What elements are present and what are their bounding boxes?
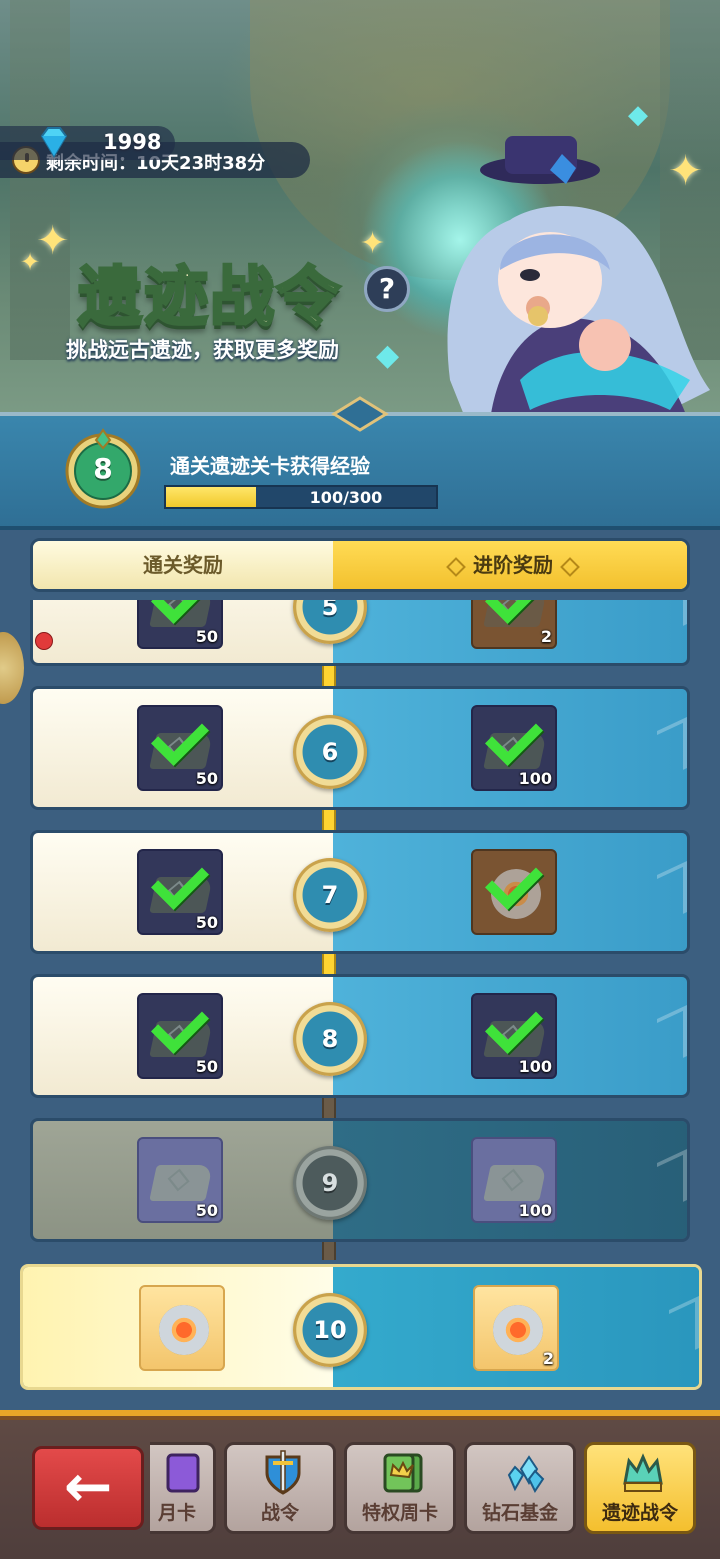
free-reward-cell[interactable] [23, 1267, 333, 1387]
ornament-icon [331, 396, 389, 432]
level-node: 8 [293, 1002, 367, 1076]
level-node: 10 [293, 1293, 367, 1367]
nav-label: 遗迹战令 [601, 1502, 678, 1524]
free-reward-item[interactable]: 50 [137, 1137, 223, 1223]
advanced-reward-item[interactable]: 2 [471, 600, 557, 649]
level-node-number: 7 [321, 881, 339, 909]
nav-ruin-pass[interactable]: 遗迹战令 [584, 1442, 696, 1534]
anvil-icon [149, 1165, 213, 1201]
free-reward-cell[interactable]: 50 [33, 977, 333, 1095]
nav-label: 钻石基金 [481, 1502, 558, 1524]
free-reward-item[interactable]: 50 [137, 600, 223, 649]
crown-card-icon [383, 1453, 423, 1493]
level-description: 通关遗迹关卡获得经验 [170, 454, 370, 478]
gem-count: 1998 [103, 130, 162, 154]
free-reward-cell[interactable]: 50 [33, 689, 333, 807]
level-node-number: 6 [321, 738, 339, 766]
level-node-locked: 9 [293, 1146, 367, 1220]
card-icon [166, 1453, 200, 1493]
current-level: 8 [93, 452, 113, 485]
gear-icon [159, 1305, 209, 1355]
advanced-reward-item[interactable] [471, 849, 557, 935]
level-node: 5 [293, 600, 367, 644]
diamond-deco-icon [446, 556, 466, 577]
level-node-number: 9 [321, 1169, 339, 1197]
reward-quantity: 100 [518, 1201, 552, 1220]
nav-monthly-card[interactable]: 月卡 [150, 1442, 216, 1534]
ruin-pillar [10, 0, 70, 360]
diamond-deco-icon [560, 556, 580, 577]
advanced-reward-cell[interactable]: 100 [333, 689, 687, 807]
crystal-icon: ◆ [376, 338, 400, 373]
reward-list[interactable]: 50 2 5 50 100 6 50 7 50 100 8 50 100 9 2… [0, 600, 720, 1400]
diamond-pile-icon [507, 1455, 545, 1493]
free-reward-item[interactable]: 50 [137, 993, 223, 1079]
tab-advanced-rewards-label: 进阶奖励 [473, 553, 553, 577]
help-button[interactable]: ? [364, 266, 410, 312]
reward-quantity: 50 [195, 769, 218, 788]
reward-quantity: 100 [518, 769, 552, 788]
xp-text: 100/300 [309, 488, 383, 507]
nav-battle-pass[interactable]: 战令 [224, 1442, 336, 1534]
reward-quantity: 50 [195, 627, 218, 646]
back-button[interactable]: ← [32, 1446, 144, 1530]
advanced-reward-item[interactable]: 100 [471, 1137, 557, 1223]
free-reward-cell[interactable]: 50 [33, 600, 333, 663]
free-reward-item[interactable]: 50 [137, 705, 223, 791]
notification-dot [35, 632, 53, 650]
sword-shield-icon [265, 1450, 301, 1495]
advanced-reward-cell[interactable]: 100 [333, 1121, 687, 1239]
free-reward-cell[interactable]: 50 [33, 833, 333, 951]
sparkle-icon: ✦ [20, 248, 41, 276]
free-reward-item[interactable]: 50 [137, 849, 223, 935]
level-node-number: 8 [321, 1025, 339, 1053]
sparkle-icon: ✦ [360, 226, 386, 261]
reward-quantity: 100 [518, 1057, 552, 1076]
page-title: 遗迹战令 [77, 260, 342, 337]
level-node-number: 10 [313, 1316, 347, 1344]
level-node: 6 [293, 715, 367, 789]
diamond-icon [40, 127, 68, 158]
advanced-reward-item[interactable]: 100 [471, 993, 557, 1079]
advanced-reward-cell[interactable]: 2 [333, 1267, 699, 1387]
level-node: 7 [293, 858, 367, 932]
advanced-reward-cell[interactable]: 2 [333, 600, 687, 663]
advanced-reward-item[interactable]: 2 [473, 1285, 559, 1371]
nav-diamond-fund[interactable]: 钻石基金 [464, 1442, 576, 1534]
level-node-number: 5 [321, 600, 339, 621]
reward-quantity: 50 [195, 913, 218, 932]
nav-label: 特权周卡 [361, 1502, 438, 1524]
nav-label: 月卡 [158, 1502, 197, 1524]
tab-clear-rewards-label: 通关奖励 [143, 553, 223, 577]
nav-weekly-card[interactable]: 特权周卡 [344, 1442, 456, 1534]
anvil-icon [483, 1165, 547, 1201]
advanced-reward-item[interactable]: 100 [471, 705, 557, 791]
free-reward-item[interactable] [139, 1285, 225, 1371]
tab-advanced-rewards[interactable]: 进阶奖励 [333, 541, 687, 589]
character-illustration [447, 136, 710, 430]
free-reward-cell[interactable]: 50 [33, 1121, 333, 1239]
reward-quantity: 2 [542, 1349, 554, 1368]
crystal-icon: ◆ [628, 100, 648, 130]
reward-tabs: 通关奖励 进阶奖励 [30, 538, 690, 592]
tab-clear-rewards[interactable]: 通关奖励 [33, 541, 335, 589]
ruin-crown-icon [623, 1453, 663, 1492]
reward-quantity: 50 [195, 1057, 218, 1076]
nav-label: 战令 [260, 1502, 299, 1524]
reward-quantity: 2 [540, 627, 552, 646]
advanced-reward-cell[interactable] [333, 833, 687, 951]
page-subtitle: 挑战远古遗迹，获取更多奖励 [66, 338, 339, 362]
sparkle-icon: ✦ [36, 218, 70, 264]
reward-quantity: 50 [195, 1201, 218, 1220]
advanced-reward-cell[interactable]: 100 [333, 977, 687, 1095]
xp-progress-bar: 100/300 [164, 485, 438, 509]
gear-icon [493, 1305, 543, 1355]
